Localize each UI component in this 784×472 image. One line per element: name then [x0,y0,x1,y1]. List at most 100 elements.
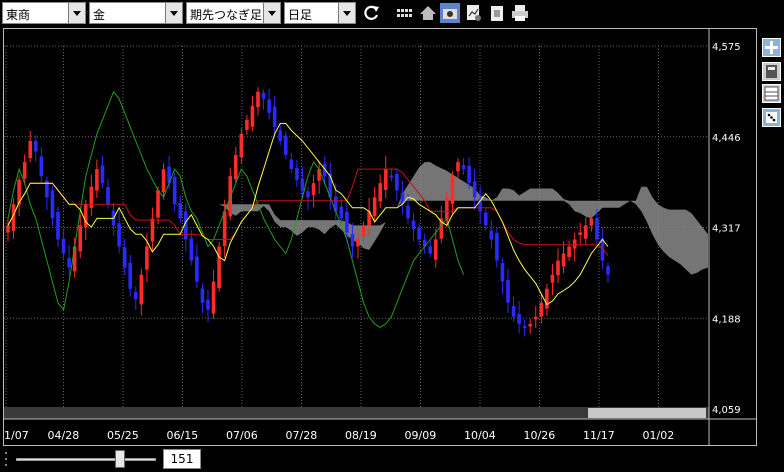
candle-body [556,260,560,276]
refresh-icon[interactable] [361,3,381,23]
candle-body [378,183,383,202]
chevron-down-icon[interactable] [165,3,182,23]
candle-body [250,105,255,127]
dice-icon[interactable] [762,108,781,127]
grid-icon[interactable] [762,84,781,103]
candle-body [122,247,127,268]
chevron-down-icon[interactable] [68,3,85,23]
zoom-slider[interactable] [16,450,160,468]
calculator-icon[interactable] [762,62,781,81]
candle-body [95,169,99,191]
candle-body [545,288,549,309]
candle-body [511,305,516,317]
period-select[interactable]: 日足 [284,2,356,24]
home-icon[interactable] [418,3,438,23]
bars-icon[interactable] [395,3,415,23]
candle-body [461,165,466,170]
candle-body [6,225,10,233]
candle-body [589,218,594,226]
exchange-select-label: 東商 [6,8,31,22]
app-window: 東商 金 期先つなぎ足 日足 4,575 4,446 4,317 4,188 4… [0,0,784,472]
candle-body [506,279,510,303]
candle-body [172,176,177,205]
candle-body [389,175,394,178]
chevron-down-icon[interactable] [263,3,280,23]
candle-body [67,258,71,268]
exchange-select[interactable]: 東商 [2,2,86,24]
ichimoku-chart[interactable]: 4,575 4,446 4,317 4,188 4,059 1/07 04/28 05/25… [4,29,756,445]
candle-body [578,232,583,236]
candle-body [467,165,471,184]
candle-body [72,246,77,272]
camera-icon[interactable] [440,3,460,23]
candle-body [150,218,155,242]
candle-body [533,316,538,320]
y-tick-label: 4,188 [712,314,741,325]
candle-body [100,165,105,184]
x-tick-label: 07/06 [226,429,258,442]
chart-settings-icon[interactable] [464,3,484,23]
candle-body [106,187,110,205]
candle-body [361,225,366,237]
candle-body [495,232,499,261]
candle-body [395,173,399,191]
candle-body [272,106,277,127]
candle-body [261,92,266,99]
copy-icon[interactable] [487,3,507,23]
candle-body [233,155,238,180]
candle-body [200,288,205,303]
print-icon[interactable] [510,3,530,23]
y-tick-label: 4,575 [712,42,741,53]
chevron-down-icon[interactable] [338,3,355,23]
commodity-select-label: 金 [93,8,106,22]
candle-body [606,266,610,275]
candle-body [356,239,360,247]
candle-body [489,230,494,240]
toolbar: 東商 金 期先つなぎ足 日足 [0,0,784,26]
commodity-select[interactable]: 金 [89,2,183,24]
candle-body [178,203,183,219]
candle-body [83,204,88,228]
horizontal-scrollbar-thumb[interactable] [588,408,706,418]
drag-handle-icon[interactable] [3,448,9,470]
chart-panel[interactable]: 4,575 4,446 4,317 4,188 4,059 1/07 04/28 05/25… [3,28,757,446]
candle-body [350,233,355,247]
candle-body [450,176,455,204]
candle-body [39,156,44,177]
bar-count-field[interactable]: 151 [163,449,201,469]
candles [6,87,610,337]
zoom-slider-track[interactable] [16,458,156,461]
candle-body [372,197,377,217]
x-tick-label: 11/17 [583,429,615,442]
crosshair-icon[interactable] [762,38,781,57]
x-tick-label: 08/19 [345,429,377,442]
candle-body [145,246,149,270]
candle-body [33,140,38,152]
candle-body [311,183,316,195]
candle-body [428,246,433,254]
candle-body [161,169,166,193]
candle-body [572,239,577,249]
candle-body [433,239,438,260]
candle-body [256,91,260,108]
candle-body [445,197,449,220]
candle-body [78,225,83,252]
candle-body [283,135,288,156]
candle-body [306,191,310,198]
candle-body [517,313,521,324]
candle-body [483,212,488,226]
x-tick-label: 06/15 [167,429,199,442]
candle-body [456,162,460,172]
tenkan-line [7,122,609,306]
candle-body [406,205,410,219]
zoom-slider-thumb[interactable] [114,450,125,468]
bottom-bar: 151 [0,446,784,472]
candle-body [61,238,66,254]
candle-body [133,292,138,300]
candle-body [500,263,505,282]
candle-body [267,99,271,113]
candle-body [317,169,321,181]
candle-body [28,140,33,159]
contract-select[interactable]: 期先つなぎ足 [186,2,281,24]
candle-body [195,256,199,282]
